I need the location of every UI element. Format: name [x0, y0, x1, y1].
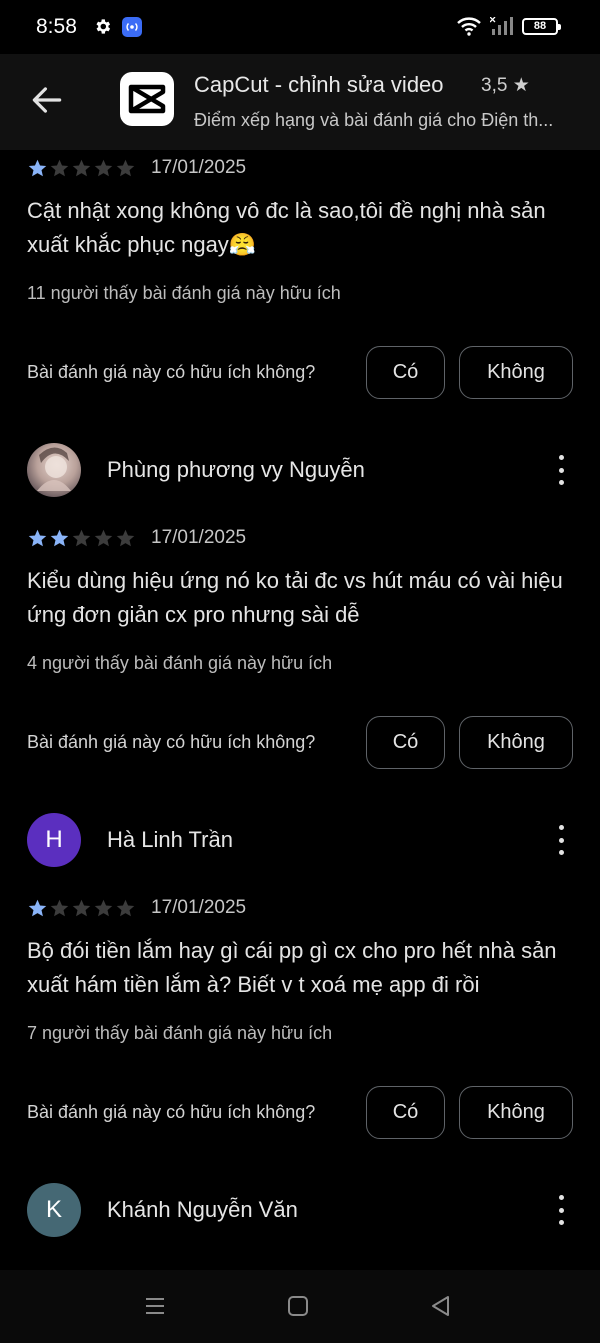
star-filled-icon — [28, 529, 47, 546]
star-empty-icon — [94, 899, 113, 916]
review-date: 17/01/2025 — [151, 157, 247, 178]
yes-button[interactable]: Có — [366, 346, 445, 399]
star-empty-icon — [116, 899, 135, 916]
status-time: 8:58 — [36, 15, 77, 38]
no-button[interactable]: Không — [459, 1086, 573, 1139]
star-empty-icon — [50, 899, 69, 916]
reviewer-name: Phùng phương vy Nguyễn — [107, 457, 365, 482]
wifi-icon — [457, 17, 481, 36]
star-filled-icon — [28, 899, 47, 916]
rating-row: 17/01/2025 — [27, 526, 246, 550]
review-text: Cật nhật xong không vô đc là sao,tôi đề … — [27, 198, 546, 257]
rating-row: 17/01/2025 — [27, 156, 246, 180]
status-bar: 8:58 88 — [0, 0, 600, 54]
helpful-question: Bài đánh giá này có hữu ích không? — [27, 1102, 316, 1122]
helpful-count: 4 người thấy bài đánh giá này hữu ích — [27, 653, 333, 673]
star-empty-icon — [94, 159, 113, 176]
helpful-question: Bài đánh giá này có hữu ích không? — [27, 732, 316, 752]
star-empty-icon — [116, 529, 135, 546]
review-text: Bộ đói tiền lắm hay gì cái pp gì cx cho … — [27, 938, 557, 997]
review-date: 17/01/2025 — [151, 527, 247, 548]
star-empty-icon — [72, 159, 91, 176]
star-empty-icon — [116, 159, 135, 176]
star-empty-icon — [72, 899, 91, 916]
reviewer-name: Khánh Nguyễn Văn — [107, 1197, 298, 1222]
hotspot-icon — [122, 17, 142, 37]
no-button[interactable]: Không — [459, 346, 573, 399]
reviewer-header: Phùng phương vy Nguyễn — [27, 443, 587, 497]
star-filled-icon — [28, 159, 47, 176]
app-header: CapCut - chỉnh sửa video 3,5 ★ Điểm xếp … — [0, 54, 600, 150]
helpful-count: 11 người thấy bài đánh giá này hữu ích — [27, 283, 341, 303]
signal-icon — [490, 17, 513, 35]
arrow-back-icon — [32, 87, 62, 113]
avatar — [27, 443, 81, 497]
star-rating — [27, 158, 136, 179]
star-rating — [27, 898, 136, 919]
no-button[interactable]: Không — [459, 716, 573, 769]
status-icons: 88 — [456, 16, 561, 36]
star-empty-icon — [50, 159, 69, 176]
more-options-button[interactable] — [549, 455, 573, 485]
more-options-button[interactable] — [549, 825, 573, 855]
reviewer-header: K Khánh Nguyễn Văn — [27, 1183, 587, 1237]
review-date: 17/01/2025 — [151, 897, 247, 918]
star-rating — [27, 528, 136, 549]
app-subtitle: Điểm xếp hạng và bài đánh giá cho Điện t… — [194, 110, 554, 130]
more-options-button[interactable] — [549, 1195, 573, 1225]
home-icon[interactable] — [286, 1294, 310, 1318]
avatar: K — [27, 1183, 81, 1237]
helpful-question: Bài đánh giá này có hữu ích không? — [27, 362, 316, 382]
star-filled-icon — [50, 529, 69, 546]
yes-button[interactable]: Có — [366, 716, 445, 769]
back-button[interactable] — [28, 81, 66, 119]
yes-button[interactable]: Có — [366, 1086, 445, 1139]
capcut-app-icon — [120, 72, 174, 126]
helpful-count: 7 người thấy bài đánh giá này hữu ích — [27, 1023, 333, 1043]
back-triangle-icon[interactable] — [429, 1294, 453, 1318]
recents-icon[interactable] — [143, 1294, 167, 1318]
avatar: H — [27, 813, 81, 867]
star-empty-icon — [94, 529, 113, 546]
navigation-bar — [0, 1270, 600, 1343]
battery-icon: 88 — [522, 17, 561, 35]
review-text: Kiểu dùng hiệu ứng nó ko tải đc vs hút m… — [27, 568, 563, 627]
reviewer-name: Hà Linh Trần — [107, 827, 233, 852]
rating-row: 17/01/2025 — [27, 896, 246, 920]
reviewer-header: H Hà Linh Trần — [27, 813, 587, 867]
gear-icon — [96, 19, 111, 34]
app-rating: 3,5 ★ — [481, 75, 530, 96]
star-empty-icon — [72, 529, 91, 546]
app-title: CapCut - chỉnh sửa video — [194, 72, 444, 97]
